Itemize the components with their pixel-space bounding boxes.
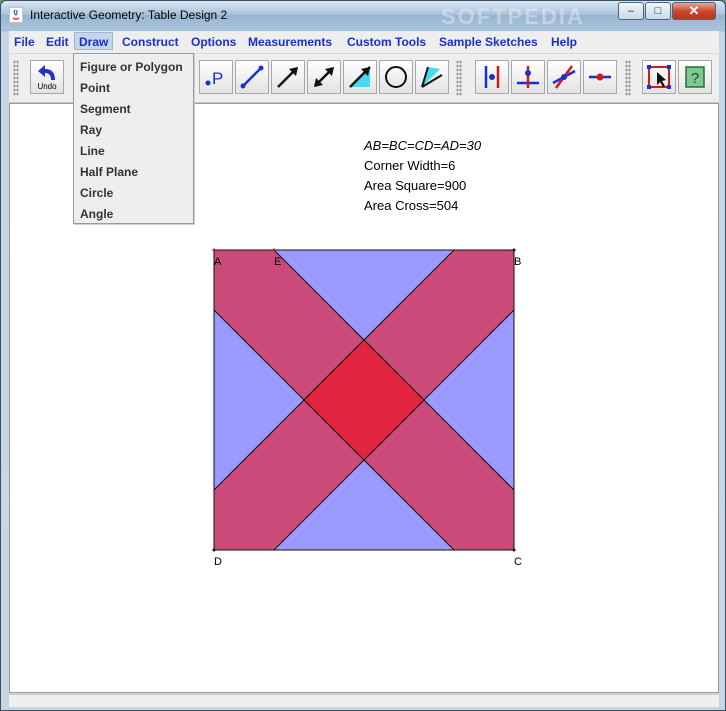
draw-menu-ray[interactable]: Ray	[80, 123, 102, 137]
draw-menu-dropdown: Figure or Polygon Point Segment Ray Line…	[73, 53, 194, 224]
menu-help[interactable]: Help	[551, 35, 577, 49]
app-window: Interactive Geometry: Table Design 2 SOF…	[0, 0, 726, 711]
maximize-icon: □	[654, 5, 662, 17]
window-title: Interactive Geometry: Table Design 2	[30, 8, 228, 22]
segment-tool-button[interactable]	[235, 60, 269, 94]
select-icon	[647, 65, 671, 89]
draw-menu-figure-or-polygon[interactable]: Figure or Polygon	[80, 60, 183, 74]
angle-icon	[421, 66, 443, 88]
midpoint-tool-button[interactable]	[583, 60, 617, 94]
help-icon: ?	[685, 66, 705, 88]
menu-file[interactable]: File	[14, 35, 35, 49]
point-e[interactable]	[272, 248, 276, 252]
help-tool-label: ?	[691, 70, 699, 87]
menu-bar: File Edit Draw Construct Options Measure…	[9, 31, 719, 53]
title-bar[interactable]: Interactive Geometry: Table Design 2 SOF…	[1, 1, 725, 29]
draw-menu-angle[interactable]: Angle	[80, 207, 113, 221]
angle-tool-button[interactable]	[415, 60, 449, 94]
toolbar-grip[interactable]	[625, 60, 631, 96]
menu-edit[interactable]: Edit	[46, 35, 69, 49]
label-e: E	[274, 256, 282, 268]
point-b[interactable]	[512, 248, 516, 252]
perpendicular-icon	[484, 66, 500, 88]
undo-button[interactable]: Undo	[30, 60, 64, 94]
minimize-button[interactable]: –	[618, 2, 644, 20]
minimize-icon: –	[627, 5, 635, 17]
toolbar-grip[interactable]	[456, 60, 462, 96]
toolbar-grip[interactable]	[13, 60, 19, 96]
draw-menu-point[interactable]: Point	[80, 81, 110, 95]
segment-icon	[240, 65, 264, 89]
point-tool-label: P	[212, 69, 223, 88]
label-b: B	[514, 256, 522, 268]
perpendicular-tool-button[interactable]	[475, 60, 509, 94]
midpoint-icon	[589, 73, 611, 81]
point-icon: P	[205, 69, 223, 88]
menu-measurements[interactable]: Measurements	[248, 35, 332, 49]
select-tool-button[interactable]	[642, 60, 676, 94]
line-icon	[314, 67, 334, 87]
menu-custom-tools[interactable]: Custom Tools	[347, 35, 426, 49]
label-a: A	[214, 256, 222, 268]
point-d[interactable]	[212, 548, 216, 552]
watermark: SOFTPEDIA	[441, 4, 585, 29]
point-c[interactable]	[512, 548, 516, 552]
close-button[interactable]: ✕	[672, 2, 716, 20]
circle-tool-button[interactable]	[379, 60, 413, 94]
parallel-icon	[517, 66, 539, 88]
half-plane-tool-button[interactable]	[343, 60, 377, 94]
draw-menu-circle[interactable]: Circle	[80, 186, 113, 200]
maximize-button[interactable]: □	[645, 2, 671, 20]
label-d: D	[214, 556, 222, 568]
status-bar	[9, 694, 719, 707]
parallel-tool-button[interactable]	[511, 60, 545, 94]
half-plane-icon	[349, 66, 371, 88]
point-tool-button[interactable]: P	[199, 60, 233, 94]
close-icon: ✕	[688, 3, 700, 18]
ray-tool-button[interactable]	[271, 60, 305, 94]
line-tool-button[interactable]	[307, 60, 341, 94]
undo-label: Undo	[37, 82, 57, 91]
label-c: C	[514, 556, 522, 568]
draw-menu-line[interactable]: Line	[80, 144, 105, 158]
draw-menu-segment[interactable]: Segment	[80, 102, 131, 116]
point-a[interactable]	[212, 248, 216, 252]
circle-icon	[385, 66, 407, 88]
undo-icon	[38, 65, 55, 80]
menu-construct[interactable]: Construct	[122, 35, 179, 49]
ray-icon	[277, 67, 298, 88]
intersection-tool-button[interactable]	[547, 60, 581, 94]
menu-draw[interactable]: Draw	[74, 32, 114, 50]
draw-menu-half-plane[interactable]: Half Plane	[80, 165, 138, 179]
menu-options[interactable]: Options	[191, 35, 236, 49]
help-tool-button[interactable]: ?	[678, 60, 712, 94]
intersection-icon	[552, 65, 576, 89]
menu-sample-sketches[interactable]: Sample Sketches	[439, 35, 538, 49]
java-app-icon	[9, 7, 23, 23]
